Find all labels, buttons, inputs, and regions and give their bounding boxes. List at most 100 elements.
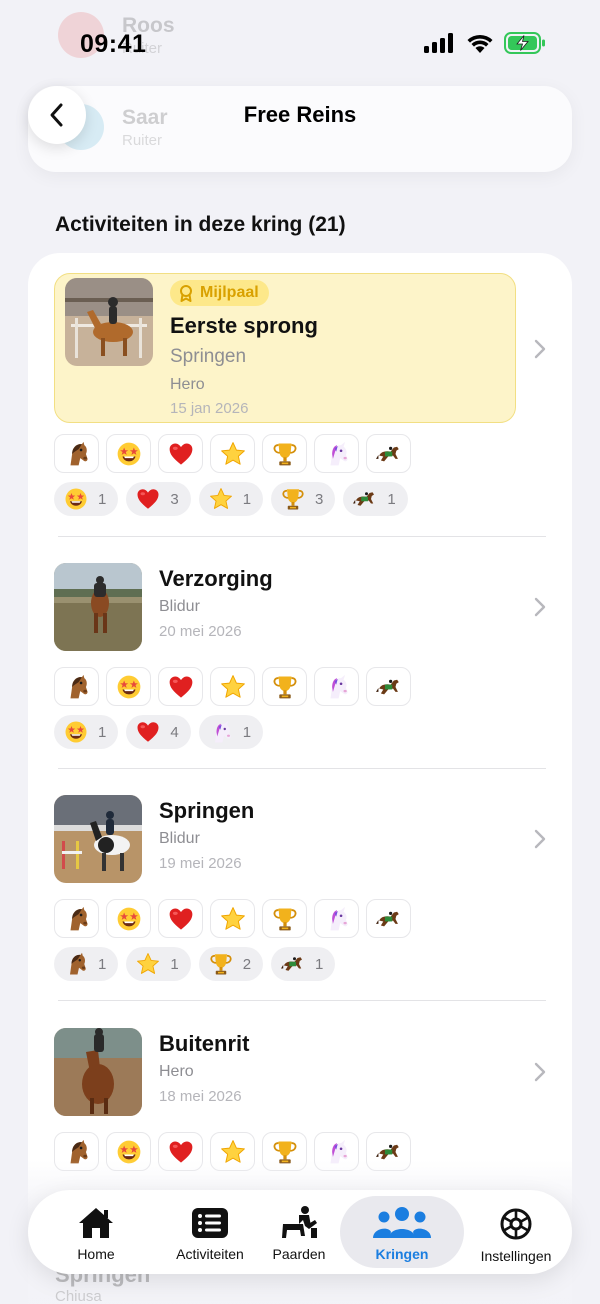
chevron-right-icon	[534, 339, 546, 359]
horse-face-icon	[70, 674, 88, 698]
chevron-right-icon	[534, 1062, 546, 1082]
activity-horse: Blidur	[159, 598, 200, 615]
reaction-count-value: 1	[242, 490, 252, 508]
trophy-reaction-count[interactable]: 2	[198, 947, 264, 981]
star-reaction-button[interactable]	[210, 667, 255, 706]
status-time: 09:41	[80, 30, 147, 58]
unicorn-reaction-count[interactable]: 1	[198, 715, 264, 749]
red-heart-reaction-count[interactable]: 4	[126, 715, 191, 749]
star-reaction-count[interactable]: 1	[198, 482, 264, 516]
tab-label: Instellingen	[480, 1248, 552, 1264]
racehorse-reaction-count[interactable]: 1	[271, 947, 336, 981]
reaction-count-value: 1	[98, 723, 107, 741]
member-role: Ruiter	[122, 131, 163, 149]
activity-title: Eerste sprong	[170, 313, 318, 338]
racehorse-icon	[375, 446, 399, 461]
reaction-picker	[54, 434, 411, 473]
award-icon	[180, 285, 192, 302]
activity-horse: Hero	[159, 1063, 194, 1080]
horse-face-icon	[70, 952, 86, 975]
red-heart-reaction-button[interactable]	[158, 899, 203, 938]
cellular-signal-icon	[424, 33, 453, 53]
tab-instellingen[interactable]: Instellingen	[460, 1196, 572, 1268]
trophy-reaction-button[interactable]	[262, 899, 307, 938]
horse-face-reaction-button[interactable]	[54, 899, 99, 938]
star-reaction-button[interactable]	[210, 899, 255, 938]
red-heart-reaction-count[interactable]: 3	[126, 482, 191, 516]
horse-face-reaction-button[interactable]	[54, 667, 99, 706]
activity-item[interactable]: Mijlpaal Eerste sprong Springen Hero 15 …	[28, 253, 572, 537]
racehorse-icon	[375, 911, 399, 926]
tab-kringen[interactable]: Kringen	[340, 1196, 464, 1268]
star-icon	[220, 906, 245, 930]
racehorse-reaction-button[interactable]	[366, 899, 411, 938]
racehorse-reaction-count[interactable]: 1	[343, 482, 408, 516]
star-struck-icon	[117, 675, 140, 698]
activity-horse: Hero	[170, 376, 205, 393]
activity-item[interactable]: Verzorging Blidur 20 mei 2026 1 4 1	[28, 537, 572, 769]
horse-face-reaction-count[interactable]: 1	[54, 947, 119, 981]
red-heart-icon	[137, 489, 159, 509]
trophy-reaction-button[interactable]	[262, 434, 307, 473]
reaction-count-value: 3	[315, 490, 324, 508]
trophy-icon	[210, 954, 232, 975]
star-struck-reaction-count[interactable]: 1	[54, 715, 119, 749]
red-heart-reaction-button[interactable]	[158, 434, 203, 473]
activity-item[interactable]: Springen Blidur 19 mei 2026 1 1 2 1	[28, 769, 572, 1001]
horse-face-reaction-button[interactable]	[54, 434, 99, 473]
activity-photo	[54, 563, 142, 651]
trophy-icon	[273, 907, 296, 930]
star-reaction-button[interactable]	[210, 434, 255, 473]
tab-label: Kringen	[375, 1246, 429, 1262]
red-heart-reaction-button[interactable]	[158, 667, 203, 706]
tab-home[interactable]: Home	[48, 1196, 144, 1268]
reaction-picker	[54, 667, 411, 706]
star-struck-reaction-button[interactable]	[106, 667, 151, 706]
tab-label: Activiteiten	[176, 1246, 244, 1262]
racehorse-reaction-button[interactable]	[366, 434, 411, 473]
unicorn-reaction-button[interactable]	[314, 667, 359, 706]
battery-charging-icon	[504, 32, 545, 54]
star-reaction-count[interactable]: 1	[126, 947, 191, 981]
unicorn-reaction-button[interactable]	[314, 434, 359, 473]
unicorn-icon	[330, 441, 348, 465]
activity-type: Springen	[170, 346, 247, 367]
unicorn-icon	[330, 906, 348, 930]
activity-title: Verzorging	[159, 566, 273, 591]
badge-label: Mijlpaal	[200, 284, 259, 301]
activity-horse: Blidur	[159, 830, 200, 847]
racehorse-icon	[281, 957, 303, 971]
activity-date: 19 mei 2026	[159, 855, 242, 872]
tab-label: Paarden	[272, 1246, 326, 1262]
unicorn-reaction-button[interactable]	[314, 899, 359, 938]
activity-photo	[65, 278, 153, 366]
red-heart-icon	[137, 722, 159, 742]
racehorse-icon	[353, 492, 375, 506]
star-struck-reaction-count[interactable]: 1	[54, 482, 119, 516]
activity-horse: Chiusa	[55, 1288, 102, 1304]
status-icons	[424, 32, 546, 54]
star-icon	[209, 488, 232, 509]
activity-date: 20 mei 2026	[159, 623, 242, 640]
trophy-reaction-count[interactable]: 3	[271, 482, 336, 516]
reaction-count-value: 1	[315, 955, 324, 973]
racehorse-reaction-button[interactable]	[366, 667, 411, 706]
star-icon	[220, 441, 245, 465]
star-struck-reaction-button[interactable]	[106, 434, 151, 473]
tab-activiteiten[interactable]: Activiteiten	[152, 1196, 268, 1268]
activity-date: 15 jan 2026	[170, 400, 249, 417]
tab-paarden[interactable]: Paarden	[264, 1196, 334, 1268]
rider-icon	[282, 1206, 317, 1238]
star-struck-icon	[117, 907, 140, 930]
reaction-counts: 1 1 2 1	[54, 947, 336, 981]
star-struck-reaction-button[interactable]	[106, 899, 151, 938]
unicorn-icon	[330, 674, 348, 698]
trophy-reaction-button[interactable]	[262, 667, 307, 706]
activity-date: 18 mei 2026	[159, 1088, 242, 1105]
member-card: Saar Ruiter	[28, 86, 572, 172]
horse-face-icon	[70, 906, 88, 930]
activity-photo	[54, 1028, 142, 1116]
tab-label: Home	[77, 1246, 115, 1262]
group-icon	[373, 1207, 431, 1238]
reaction-count-value: 1	[242, 723, 252, 741]
